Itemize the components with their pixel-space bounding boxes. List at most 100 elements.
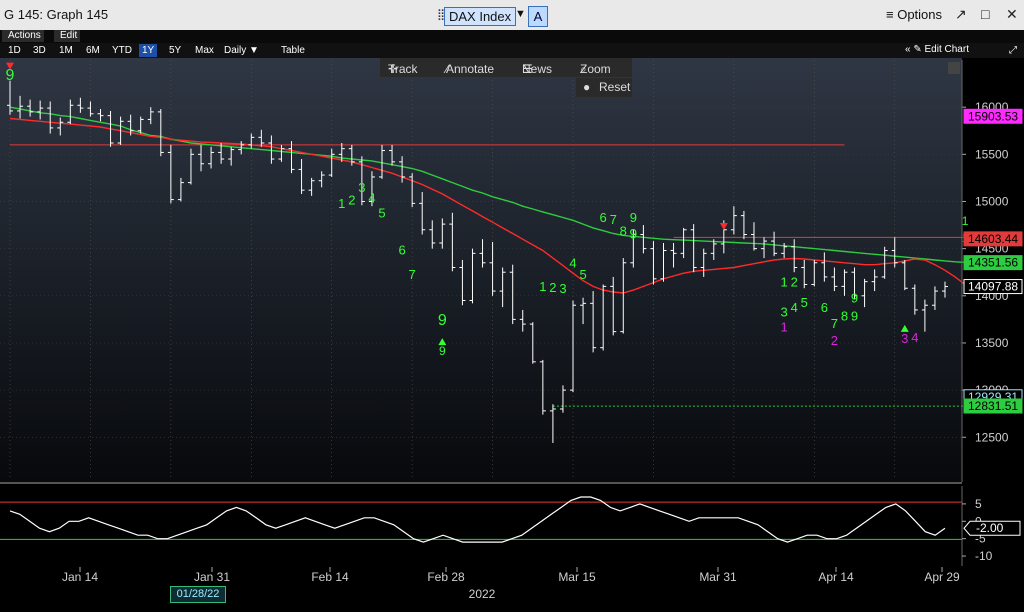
range-5y[interactable]: 5Y (166, 44, 184, 57)
pencil-icon: ✎ (913, 44, 925, 55)
ticker-input[interactable]: DAX Index (444, 7, 517, 26)
td-count-label: 1 (781, 320, 788, 335)
td-count-label: 6 (398, 242, 405, 257)
table-button[interactable]: Table (278, 44, 308, 57)
td-count-label: 9 (439, 344, 446, 358)
price-tag: 14351.56 (963, 255, 1023, 271)
ticker-action-button[interactable]: A (528, 6, 548, 27)
options-label: Options (897, 7, 943, 22)
edit-menu[interactable]: Edit ▾ (54, 30, 81, 42)
osc-tick-label: 5 (975, 497, 982, 511)
range-3d[interactable]: 3D (30, 44, 49, 57)
y-tick-label: 15000 (975, 194, 1009, 208)
td-count-label: 8 (620, 223, 627, 238)
td-count-label: 3 (781, 305, 788, 320)
td-count-label: 4 (569, 256, 576, 271)
price-tag-label: 14097.88 (968, 280, 1018, 294)
chart-floating-toolbar: ✛ Track ∕ Annotate ☰ News ⌕ Zoom (380, 58, 632, 77)
range-max[interactable]: Max (192, 44, 217, 57)
chart-area: 912345679912345678991234567899123411 125… (0, 58, 1024, 607)
td-count-label: 2 (348, 192, 355, 207)
x-axis-bg (0, 567, 1024, 607)
td-count-label: 3 (358, 180, 365, 195)
price-tag: 12831.51 (963, 398, 1023, 414)
expand-icon[interactable]: ⤢ (1006, 44, 1020, 57)
td-count-label: 2 (549, 280, 556, 295)
price-tag-label: 12831.51 (968, 399, 1018, 413)
window-title: G 145: Graph 145 (4, 7, 109, 22)
actions-label: Actions (5, 30, 44, 42)
period-label: Daily (224, 45, 247, 56)
td-count-label: 5 (801, 295, 808, 310)
td-count-label: 6 (600, 210, 607, 225)
main-panel-bg (0, 58, 962, 482)
osc-panel-bg (0, 485, 962, 567)
reset-label: Reset (599, 80, 631, 94)
range-1m[interactable]: 1M (56, 44, 76, 57)
td-count-label: 9 (438, 312, 447, 329)
price-tag-label: 14603.44 (968, 232, 1018, 246)
actions-menu[interactable]: Actions ▾ (2, 30, 44, 42)
scroll-icon[interactable] (948, 62, 960, 74)
x-tick-label: Apr 14 (818, 570, 854, 584)
td-count-label: 1 (781, 274, 788, 289)
td-count-label: 6 (821, 300, 828, 315)
edit-chart-label: Edit Chart (924, 44, 969, 55)
maximize-icon[interactable]: □ (981, 6, 989, 22)
td-count-label: 1 (338, 196, 345, 211)
cursor-date-badge: 01/28/22 (170, 586, 226, 603)
td-count-label: 2 (791, 274, 798, 289)
td-count-label: 3 (901, 331, 908, 346)
x-tick-label: Jan 14 (62, 570, 98, 584)
x-tick-label: Feb 14 (311, 570, 349, 584)
td-count-label: 2 (831, 333, 838, 348)
osc-tick-label: -10 (975, 549, 993, 563)
td-count-label: 4 (791, 300, 798, 315)
range-ytd[interactable]: YTD (109, 44, 135, 57)
range-1d[interactable]: 1D (5, 44, 24, 57)
price-tag: 14603.44 (963, 231, 1023, 247)
price-tag-label: 15903.53 (968, 109, 1018, 123)
osc-current-label: -2.00 (976, 521, 1004, 535)
range-1y[interactable]: 1Y (139, 44, 158, 57)
annotate-label: Annotate (446, 62, 495, 76)
ticker-dropdown-icon[interactable]: ▼ (515, 8, 526, 20)
td-count-label: 1 (962, 214, 969, 228)
td-count-label: 3 (559, 281, 566, 296)
window-titlebar: G 145: Graph 145 ⣿ DAX Index ▼ A ≡ Optio… (0, 0, 1024, 30)
close-icon[interactable]: ✕ (1006, 6, 1018, 23)
y-tick-label: 15500 (975, 147, 1009, 161)
td-count-label: 4 (911, 330, 918, 345)
reset-button[interactable]: ● Reset (576, 78, 632, 97)
osc-current-tag: -2.00 (963, 520, 1021, 536)
edit-label: Edit (57, 30, 81, 42)
x-tick-label: Mar 31 (699, 570, 737, 584)
options-button[interactable]: ≡ Options (886, 7, 942, 22)
td-count-label: 8 (841, 308, 848, 323)
price-tag: 15903.53 (963, 108, 1023, 124)
td-count-label: 7 (409, 267, 416, 282)
edit-chart-button[interactable]: « ✎ Edit Chart (905, 44, 969, 55)
y-tick-label: 13500 (975, 336, 1009, 350)
menu-bar: Actions ▾ Edit ▾ (0, 30, 1024, 43)
popout-icon[interactable]: ↗ (955, 6, 967, 23)
reset-dot-icon: ● (583, 80, 591, 94)
td-count-label: 5 (579, 267, 586, 282)
x-year-label: 2022 (469, 587, 496, 601)
td-count-label: 5 (378, 206, 385, 221)
hamburger-icon: ≡ (886, 7, 898, 22)
x-tick-label: Apr 29 (924, 570, 960, 584)
x-tick-label: Jan 31 (194, 570, 230, 584)
td-count-label: 9 (629, 225, 637, 241)
period-select[interactable]: Daily ▼ (221, 44, 262, 57)
td-count-label: 9 (630, 210, 637, 225)
td-count-label: 9 (851, 290, 858, 305)
news-label: News (522, 62, 553, 76)
range-6m[interactable]: 6M (83, 44, 103, 57)
zoom-label: Zoom (580, 62, 611, 76)
y-tick-label: 12500 (975, 430, 1009, 444)
track-label: Track (388, 62, 418, 76)
td-count-label: 1 (539, 279, 546, 294)
td-count-label: 7 (610, 212, 617, 227)
price-tag-label: 14351.56 (968, 256, 1018, 270)
